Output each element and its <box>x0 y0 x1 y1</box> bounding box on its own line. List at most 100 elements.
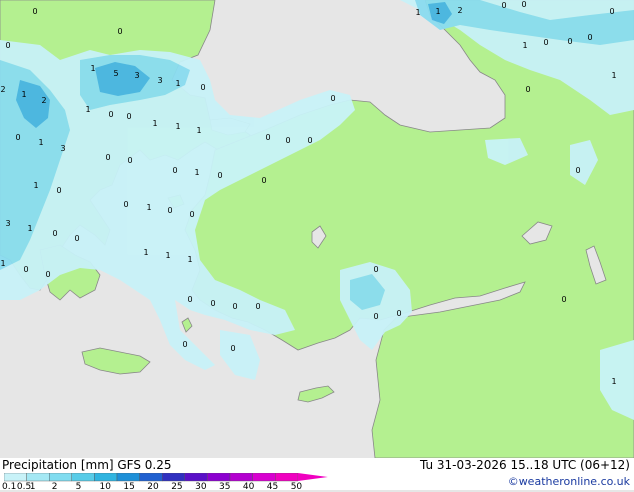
legend-tick-label: 45 <box>266 482 279 492</box>
precip-value-label: 0 <box>117 27 122 36</box>
precip-value-label: 0 <box>15 133 20 142</box>
precip-value-label: 0 <box>587 33 592 42</box>
precip-value-label: 1 <box>143 248 148 257</box>
precip-value-label: 0 <box>105 153 110 162</box>
legend-tick-label: 50 <box>290 482 303 492</box>
precip-value-label: 1 <box>146 203 151 212</box>
precip-value-label: 1 <box>415 8 420 17</box>
precip-value-label: 0 <box>74 234 79 243</box>
legend-tick-label: 0.1 <box>2 482 17 492</box>
legend-swatch <box>252 473 276 482</box>
precip-value-label: 0 <box>567 37 572 46</box>
precip-value-label: 0 <box>373 265 378 274</box>
color-legend <box>4 473 328 482</box>
precip-value-label: 0 <box>127 156 132 165</box>
legend-swatch <box>161 473 185 482</box>
precip-value-label: 1 <box>522 41 527 50</box>
legend-tick-label: 40 <box>242 482 255 492</box>
precip-value-label: 0 <box>187 295 192 304</box>
precip-value-label: 0 <box>23 265 28 274</box>
precip-value-label: 0 <box>261 176 266 185</box>
precip-value-label: 0 <box>501 1 506 10</box>
footer-bar: Precipitation [mm] GFS 0.25 Tu 31-03-202… <box>0 458 634 492</box>
precip-value-label: 0 <box>5 41 10 50</box>
precip-value-label: 1 <box>90 64 95 73</box>
precip-value-label: 0 <box>182 340 187 349</box>
legend-tick-label: 10 <box>99 482 111 492</box>
legend-swatch <box>229 473 253 482</box>
precip-value-label: 0 <box>32 7 37 16</box>
precip-value-label: 3 <box>60 144 65 153</box>
precip-value-label: 1 <box>175 122 180 131</box>
legend-tick-label: 5 <box>75 482 82 492</box>
precip-value-label: 1 <box>85 105 90 114</box>
precip-value-label: 0 <box>126 112 131 121</box>
precip-value-label: 3 <box>134 71 139 80</box>
precip-value-label: 5 <box>113 69 118 78</box>
precip-value-label: 1 <box>611 377 616 386</box>
precip-value-label: 1 <box>187 255 192 264</box>
precip-value-label: 0 <box>217 171 222 180</box>
legend-tick-label: 30 <box>195 482 207 492</box>
precip-value-label: 0 <box>189 210 194 219</box>
legend-swatch <box>139 473 163 482</box>
legend-tick-label: 35 <box>219 482 231 492</box>
precip-value-label: 0 <box>561 295 566 304</box>
legend-swatch <box>184 473 208 482</box>
precip-value-label: 1 <box>194 168 199 177</box>
precip-value-label: 0 <box>108 110 113 119</box>
precip-value-label: 0 <box>543 38 548 47</box>
legend-swatch <box>71 473 95 482</box>
precip-value-label: 1 <box>611 71 616 80</box>
credit-link[interactable]: ©weatheronline.co.uk <box>508 475 630 488</box>
precip-value-label: 0 <box>521 0 526 9</box>
precip-value-label: 1 <box>38 138 43 147</box>
legend-swatch <box>207 473 231 482</box>
precip-value-label: 0 <box>45 270 50 279</box>
precip-value-label: 0 <box>230 344 235 353</box>
precip-value-label: 2 <box>457 6 462 15</box>
precip-value-label: 0 <box>373 312 378 321</box>
precip-value-label: 1 <box>21 90 26 99</box>
precip-value-label: 0 <box>396 309 401 318</box>
precip-value-label: 0 <box>172 166 177 175</box>
precip-value-label: 1 <box>165 251 170 260</box>
valid-time: Tu 31-03-2026 15..18 UTC (06+12) <box>419 458 630 472</box>
precip-value-label: 0 <box>307 136 312 145</box>
precip-value-label: 0 <box>200 83 205 92</box>
precip-value-label: 0 <box>232 302 237 311</box>
precip-value-label: 0 <box>330 94 335 103</box>
precip-value-label: 1 <box>152 119 157 128</box>
map-title: Precipitation [mm] GFS 0.25 <box>2 458 172 472</box>
legend-arrow <box>297 473 328 481</box>
legend-tick-label: 20 <box>147 482 159 492</box>
map-canvas: 0 0 0 1 1 2 0 0 0 1 0 0 0 1 0 1 5 3 3 1 0 2 1 2 1 0 0 1 1 1 0 0 1 3 0 0 0 0 0 0… <box>0 0 634 459</box>
precip-value-label: 0 <box>609 7 614 16</box>
precip-value-label: 3 <box>5 219 10 228</box>
precip-value-label: 0 <box>52 229 57 238</box>
legend-tick-label: 15 <box>123 482 135 492</box>
precip-value-label: 0 <box>56 186 61 195</box>
precip-value-label: 1 <box>0 259 5 268</box>
precip-value-label: 0 <box>123 200 128 209</box>
precip-value-label: 1 <box>33 181 38 190</box>
legend-swatch <box>26 473 50 482</box>
legend-tick-label: 25 <box>171 482 183 492</box>
precip-value-label: 2 <box>0 85 5 94</box>
legend-swatch <box>94 473 118 482</box>
precip-value-label: 0 <box>167 206 172 215</box>
precip-value-label: 0 <box>255 302 260 311</box>
precip-value-label: 0 <box>210 299 215 308</box>
legend-tick-label: 1 <box>29 482 36 492</box>
precipitation-map: 0 0 0 1 1 2 0 0 0 1 0 0 0 1 0 1 5 3 3 1 0 2 1 2 1 0 0 1 1 1 0 0 1 3 0 0 0 0 0 0… <box>0 0 634 459</box>
precip-value-label: 0 <box>525 85 530 94</box>
precip-value-label: 1 <box>175 79 180 88</box>
precip-value-label: 1 <box>196 126 201 135</box>
precip-value-label: 0 <box>575 166 580 175</box>
precip-value-label: 0 <box>265 133 270 142</box>
precip-value-label: 1 <box>27 224 32 233</box>
precip-value-label: 1 <box>435 7 440 16</box>
legend-tick-label: 2 <box>51 482 58 492</box>
legend-swatch <box>4 473 27 482</box>
legend-swatch <box>275 473 299 482</box>
